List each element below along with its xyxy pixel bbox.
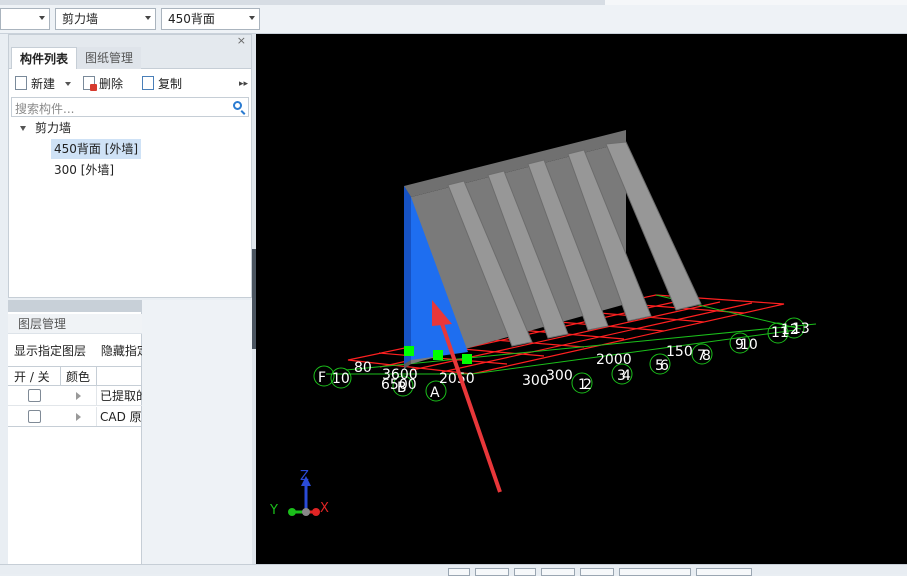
grid-label: 2000: [596, 352, 632, 368]
grid-label: 300: [522, 373, 549, 389]
status-button[interactable]: [580, 568, 614, 576]
copy-button[interactable]: 复制: [142, 75, 182, 93]
search-box[interactable]: 搜索构件...: [11, 97, 249, 117]
grid-label: 300: [546, 368, 573, 384]
layer-row: 已提取的: [8, 386, 142, 406]
show-layer-button[interactable]: 显示指定图层: [14, 344, 86, 358]
tree-root-shear-wall[interactable]: 剪力墙: [32, 118, 74, 138]
selected-wall-edge: [404, 186, 411, 364]
search-icon[interactable]: [233, 101, 242, 110]
copy-icon: [142, 76, 154, 90]
tree-item-300[interactable]: 300 [外墙]: [51, 160, 117, 180]
grid-label: F: [318, 370, 326, 386]
expand-icon[interactable]: [76, 413, 81, 421]
chevron-down-icon: [249, 16, 255, 20]
column-on-off: 开 / 关: [14, 370, 50, 384]
axis-gizmo: Z X Y: [269, 469, 329, 518]
component-dropdown[interactable]: 450背面: [161, 8, 260, 30]
component-type-dropdown[interactable]: 剪力墙: [55, 8, 156, 30]
panel-toolbar: 新建 删除 复制 ▸▸: [9, 71, 251, 97]
grid-label: 13: [792, 321, 810, 337]
new-button[interactable]: 新建: [15, 75, 71, 93]
layer-toggle-checkbox[interactable]: [28, 389, 41, 402]
status-bar: [0, 564, 907, 576]
layer-panel-title: 图层管理: [8, 314, 142, 334]
tab-drawing-management[interactable]: 图纸管理: [77, 47, 142, 69]
layer-row-label: CAD 原: [100, 410, 142, 424]
status-button[interactable]: [619, 568, 691, 576]
grid-label: A: [430, 385, 440, 401]
layer-row: CAD 原: [8, 407, 142, 427]
x-axis-label: X: [320, 501, 329, 516]
layer-toggle-checkbox[interactable]: [28, 410, 41, 423]
grid-label: 80: [354, 360, 372, 376]
tab-component-list[interactable]: 构件列表: [11, 47, 78, 69]
grip-point[interactable]: [404, 346, 414, 356]
title-strip: [0, 0, 907, 5]
tree-collapse-icon[interactable]: [20, 126, 26, 131]
grid-label: 10: [740, 337, 758, 353]
grid-label: 150: [666, 344, 693, 360]
grip-point[interactable]: [462, 354, 472, 364]
column-divider: [96, 367, 97, 385]
title-strip-segment: [605, 0, 907, 5]
status-button[interactable]: [448, 568, 470, 576]
panel-tabs: 构件列表 图纸管理: [9, 47, 251, 69]
grid-label: 10: [332, 371, 350, 387]
viewport-canvas: F 10 80 3600 2050 300 300 2000 B A 1 2 3…: [269, 130, 817, 518]
new-file-icon: [15, 76, 27, 90]
z-axis-label: Z: [300, 469, 309, 484]
new-button-label: 新建: [31, 77, 56, 91]
copy-button-label: 复制: [158, 77, 183, 91]
search-input[interactable]: 搜索构件...: [15, 100, 74, 117]
grid-label: 6: [660, 358, 669, 374]
expand-icon[interactable]: [76, 392, 81, 400]
delete-icon: [83, 76, 97, 91]
layer-grid-header: 开 / 关 颜色: [8, 366, 142, 386]
more-tools-icon[interactable]: ▸▸: [239, 75, 248, 93]
component-type-value: 剪力墙: [62, 12, 99, 26]
grid-label: 2: [583, 377, 592, 393]
hide-layer-button[interactable]: 隐藏指定: [101, 344, 144, 358]
3d-viewport[interactable]: F 10 80 3600 2050 300 300 2000 B A 1 2 3…: [256, 34, 907, 564]
floor-dropdown[interactable]: [0, 8, 50, 30]
chevron-down-icon[interactable]: [64, 82, 71, 86]
grid-label: 6500: [381, 377, 417, 393]
grid-label: 4: [622, 368, 631, 384]
delete-button[interactable]: 删除: [83, 75, 123, 93]
grid-label: 2050: [439, 371, 475, 387]
layer-row-label: 已提取的: [100, 389, 142, 403]
chevron-down-icon: [39, 16, 45, 20]
status-button[interactable]: [475, 568, 509, 576]
tree-item-450-back[interactable]: 450背面 [外墙]: [51, 139, 142, 159]
status-button[interactable]: [696, 568, 752, 576]
layer-tools: 显示指定图层 隐藏指定: [14, 342, 144, 360]
close-icon[interactable]: ×: [237, 34, 246, 47]
status-button[interactable]: [514, 568, 536, 576]
panel-header-strip: ×: [9, 34, 251, 47]
layer-management-panel: 图层管理 显示指定图层 隐藏指定 开 / 关 颜色 已提取的 CAD 原: [8, 300, 144, 564]
top-toolbar: 剪力墙 450背面: [0, 0, 907, 34]
column-color: 颜色: [66, 370, 91, 384]
column-divider: [60, 367, 61, 385]
y-axis-label: Y: [269, 503, 278, 518]
delete-button-label: 删除: [99, 77, 124, 91]
grip-point[interactable]: [433, 350, 443, 360]
layer-panel-strip: [8, 300, 142, 312]
component-value: 450背面: [168, 12, 215, 26]
layer-panel-empty-area: [142, 300, 252, 564]
grid-label: 8: [702, 348, 711, 364]
status-button[interactable]: [541, 568, 575, 576]
component-panel: × 构件列表 图纸管理 新建 删除 复制 ▸▸ 搜索构件... 剪力墙 450背…: [8, 34, 252, 298]
chevron-down-icon: [145, 16, 151, 20]
